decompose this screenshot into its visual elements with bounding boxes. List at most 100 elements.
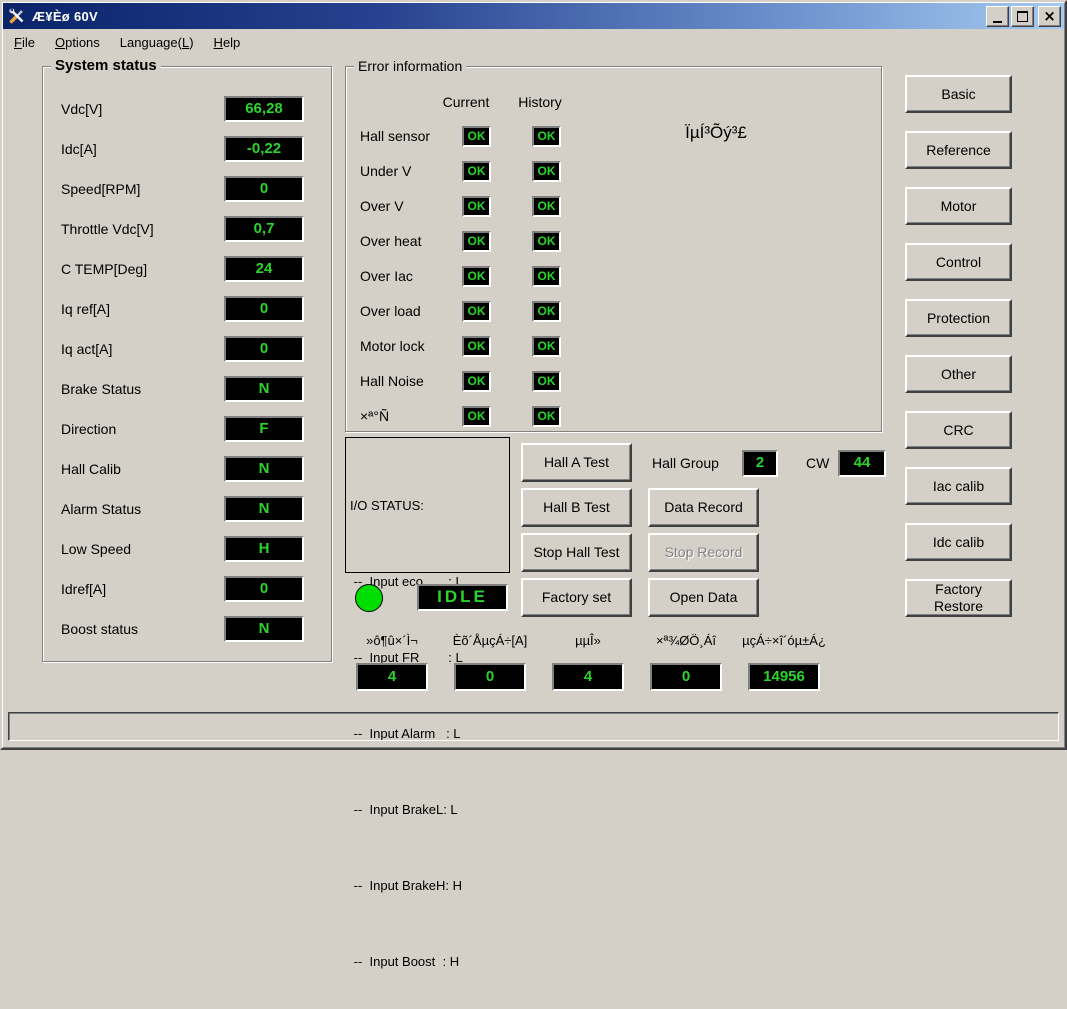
run-state-display: IDLE (417, 584, 508, 611)
system-status-row: Iq act[A] 0 (61, 336, 304, 362)
menu-item-accelerator: H (214, 35, 223, 50)
system-status-label: Speed[RPM] (61, 181, 224, 197)
nav-button[interactable]: Idc calib (905, 523, 1012, 561)
system-status-row: Alarm Status N (61, 496, 304, 522)
hall-test-button[interactable]: Hall B Test (521, 488, 632, 527)
system-status-groupbox: System status Vdc[V] 66,28 Idc[A] -0,22 … (42, 66, 332, 662)
error-row: Under V OK OK (360, 161, 590, 182)
error-current-value: OK (462, 231, 491, 252)
data-record-button[interactable]: Data Record (648, 488, 759, 527)
nav-button[interactable]: Motor (905, 187, 1012, 225)
meter-value-display: 0 (454, 663, 526, 691)
maximize-button[interactable] (1011, 6, 1034, 27)
io-status-line: -- Input Boost : H (350, 952, 505, 971)
system-status-value-display: N (224, 376, 304, 402)
meters-row: »ô¶û×´Ì¬ 4 Èõ´ÅµçÁ÷[A] 0 µµÎ» 4 ×ª¾ØÖ¸Áî… (343, 633, 831, 691)
hall-test-button[interactable]: Factory set (521, 578, 632, 617)
system-status-row: Idref[A] 0 (61, 576, 304, 602)
system-status-row: Throttle Vdc[V] 0,7 (61, 216, 304, 242)
system-status-label: Alarm Status (61, 501, 224, 517)
io-status-box: I/O STATUS: -- Input eco : L -- Input FR… (345, 437, 510, 573)
system-status-value-display: F (224, 416, 304, 442)
nav-button[interactable]: CRC (905, 411, 1012, 449)
error-history-value: OK (532, 301, 561, 322)
error-row: Motor lock OK OK (360, 336, 590, 357)
menu-item-text: ) (189, 35, 193, 50)
error-row: Hall sensor OK OK (360, 126, 590, 147)
meter: ×ª¾ØÖ¸Áî 0 (637, 633, 735, 691)
run-state-indicator-light (355, 584, 383, 612)
error-row: Over heat OK OK (360, 231, 590, 252)
system-status-row: Low Speed H (61, 536, 304, 562)
nav-button[interactable]: Other (905, 355, 1012, 393)
error-label: Under V (360, 163, 411, 179)
io-status-line: I/O STATUS: (350, 496, 505, 515)
meter: µçÁ÷×î´óµ±Á¿ 14956 (735, 633, 833, 691)
system-status-value-display: H (224, 536, 304, 562)
hall-test-button[interactable]: Stop Hall Test (521, 533, 632, 572)
system-status-row: C TEMP[Deg] 24 (61, 256, 304, 282)
status-bar (8, 712, 1059, 741)
error-label: Hall sensor (360, 128, 430, 144)
meter-label: »ô¶û×´Ì¬ (343, 633, 441, 648)
error-label: ×ª°Ñ (360, 408, 389, 424)
hall-test-button[interactable]: Hall A Test (521, 443, 632, 482)
io-status-line: -- Input BrakeH: H (350, 876, 505, 895)
meter-label: µµÎ» (539, 633, 637, 648)
system-status-value-display: 0 (224, 576, 304, 602)
system-status-row: Speed[RPM] 0 (61, 176, 304, 202)
error-label: Hall Noise (360, 373, 424, 389)
system-status-value-display: N (224, 496, 304, 522)
menu-item[interactable]: Help (209, 32, 250, 53)
nav-button[interactable]: Basic (905, 75, 1012, 113)
error-current-value: OK (462, 336, 491, 357)
meter-value-display: 0 (650, 663, 722, 691)
nav-button[interactable]: Iac calib (905, 467, 1012, 505)
error-row: Over V OK OK (360, 196, 590, 217)
system-status-label: Brake Status (61, 381, 224, 397)
system-status-label: Throttle Vdc[V] (61, 221, 224, 237)
nav-button[interactable]: Reference (905, 131, 1012, 169)
nav-button[interactable]: Control (905, 243, 1012, 281)
close-button[interactable]: × (1038, 6, 1061, 27)
system-status-rows: Vdc[V] 66,28 Idc[A] -0,22 Speed[RPM] 0 T… (61, 96, 304, 656)
menu-bar: File Options Language(L) Help (3, 29, 1064, 55)
system-status-value-display: 0 (224, 176, 304, 202)
open-data-button[interactable]: Open Data (648, 578, 759, 617)
hall-test-buttons: Hall A Test Hall B Test Stop Hall Test F… (521, 443, 632, 623)
error-label: Over Iac (360, 268, 413, 284)
hall-group-label: Hall Group (652, 455, 719, 471)
error-row: ×ª°Ñ OK OK (360, 406, 590, 427)
menu-item[interactable]: Language(L) (115, 32, 203, 53)
tools-icon[interactable] (8, 7, 26, 25)
error-history-value: OK (532, 371, 561, 392)
minimize-button[interactable] (986, 6, 1009, 27)
error-information-title: Error information (354, 58, 466, 74)
menu-item[interactable]: File (9, 32, 44, 53)
system-status-value-display: 0,7 (224, 216, 304, 242)
error-information-groupbox: Error information Current History ÏµÍ³Õý… (345, 66, 882, 432)
error-label: Over V (360, 198, 404, 214)
system-status-message: ÏµÍ³Õý³£ (636, 123, 796, 143)
nav-button[interactable]: Protection (905, 299, 1012, 337)
system-status-label: Boost status (61, 621, 224, 637)
error-history-value: OK (532, 406, 561, 427)
error-label: Motor lock (360, 338, 425, 354)
system-status-value-display: N (224, 616, 304, 642)
system-status-label: Idref[A] (61, 581, 224, 597)
system-status-row: Boost status N (61, 616, 304, 642)
menu-item-text: elp (223, 35, 240, 50)
error-current-value: OK (462, 126, 491, 147)
system-status-label: Low Speed (61, 541, 224, 557)
error-label: Over load (360, 303, 421, 319)
system-status-row: Brake Status N (61, 376, 304, 402)
error-history-value: OK (532, 161, 561, 182)
meter-label: Èõ´ÅµçÁ÷[A] (441, 633, 539, 648)
menu-item[interactable]: Options (50, 32, 109, 53)
error-history-value: OK (532, 336, 561, 357)
maximize-icon (1017, 11, 1028, 22)
error-current-value: OK (462, 301, 491, 322)
meter: »ô¶û×´Ì¬ 4 (343, 633, 441, 691)
system-status-value-display: -0,22 (224, 136, 304, 162)
nav-button[interactable]: Factory Restore (905, 579, 1012, 617)
